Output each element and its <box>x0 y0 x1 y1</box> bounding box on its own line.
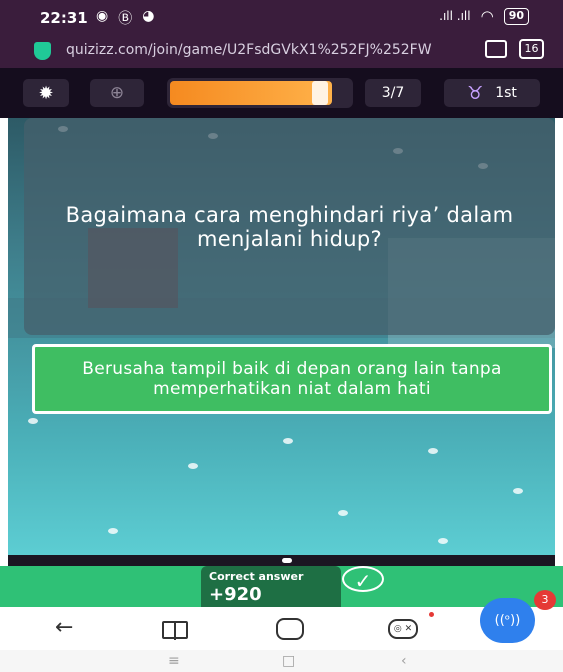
url-text[interactable]: quizizz.com/join/game/U2FsdGVkX1%252FJ%2… <box>66 42 486 58</box>
checkmark-icon: ✓ <box>342 566 384 593</box>
timer-bar <box>167 78 353 108</box>
fab-badge: 3 <box>534 590 556 610</box>
result-card: Correct answer +920 <box>201 566 341 607</box>
timer-knob <box>312 81 328 105</box>
status-time: 22:31 <box>40 9 88 27</box>
home-icon[interactable] <box>276 618 304 640</box>
answer-option[interactable]: Berusaha tampil baik di depan orang lain… <box>32 344 552 414</box>
question-stage: Bagaimana cara menghindari riya’ dalam m… <box>8 118 555 566</box>
back-arrow-icon[interactable]: ← <box>55 615 73 640</box>
bookmarks-icon[interactable] <box>162 621 188 640</box>
battery-icon: 90 <box>503 7 529 25</box>
broadcast-icon: ((ᵒ)) <box>494 613 521 628</box>
status-bar: 22:31 ◉ Ⓑ ◕ .ıll .ıll ◠ 90 <box>0 0 563 34</box>
top-chrome: 22:31 ◉ Ⓑ ◕ .ıll .ıll ◠ 90 quizizz.com/j… <box>0 0 563 68</box>
settings-button[interactable]: ✹ <box>23 79 69 107</box>
browser-nav: ← ◎ ✕ <box>0 607 563 650</box>
snow-dot <box>283 438 293 444</box>
snow-dot <box>28 418 38 424</box>
home-square-icon[interactable]: □ <box>282 653 295 669</box>
notification-dot <box>429 612 434 617</box>
snow-dot <box>438 538 448 544</box>
rank-button[interactable]: ♉ 1st <box>444 79 540 107</box>
zoom-in-icon: ⊕ <box>109 83 125 103</box>
question-progress: 3/7 <box>365 79 421 107</box>
zoom-button[interactable]: ⊕ <box>90 79 144 107</box>
quiz-toolbar: ✹ ⊕ 3/7 ♉ 1st <box>0 68 563 118</box>
result-points: +920 <box>209 584 262 605</box>
gear-icon: ✹ <box>38 82 54 104</box>
snow-dot <box>188 463 198 469</box>
question-text: Bagaimana cara menghindari riya’ dalam m… <box>65 202 514 251</box>
drag-handle[interactable] <box>282 558 292 563</box>
shield-icon <box>34 42 51 60</box>
snow-dot <box>338 510 348 516</box>
url-bar[interactable]: quizizz.com/join/game/U2FsdGVkX1%252FJ%2… <box>0 34 563 68</box>
briefcase-icon[interactable] <box>485 40 507 58</box>
messenger-icon: ◉ <box>96 8 109 24</box>
question-box: Bagaimana cara menghindari riya’ dalam m… <box>24 118 555 335</box>
screen: 22:31 ◉ Ⓑ ◕ .ıll .ıll ◠ 90 quizizz.com/j… <box>0 0 563 672</box>
tab-count-button[interactable]: 16 <box>519 39 544 59</box>
answer-text: Berusaha tampil baik di depan orang lain… <box>82 359 502 399</box>
pie-icon: ◕ <box>142 8 155 24</box>
result-label: Correct answer <box>209 570 304 583</box>
crown-icon: ♉ <box>467 82 484 104</box>
fab-button[interactable]: ((ᵒ)) <box>480 598 535 643</box>
rank-label: 1st <box>495 85 517 101</box>
snow-dot <box>513 488 523 494</box>
gamepad-icon[interactable]: ◎ ✕ <box>388 619 418 639</box>
timer-fill <box>170 81 332 105</box>
recents-icon[interactable]: ≡ <box>168 653 180 669</box>
result-banner: Correct answer +920 <box>0 566 563 607</box>
wifi-icon: ◠ <box>480 7 494 25</box>
system-nav: ≡ □ ‹ <box>0 650 563 672</box>
signal-icon: .ıll .ıll <box>439 9 471 23</box>
snow-dot <box>108 528 118 534</box>
b-icon: Ⓑ <box>118 11 133 27</box>
back-chevron-icon[interactable]: ‹ <box>401 653 407 669</box>
snow-dot <box>428 448 438 454</box>
